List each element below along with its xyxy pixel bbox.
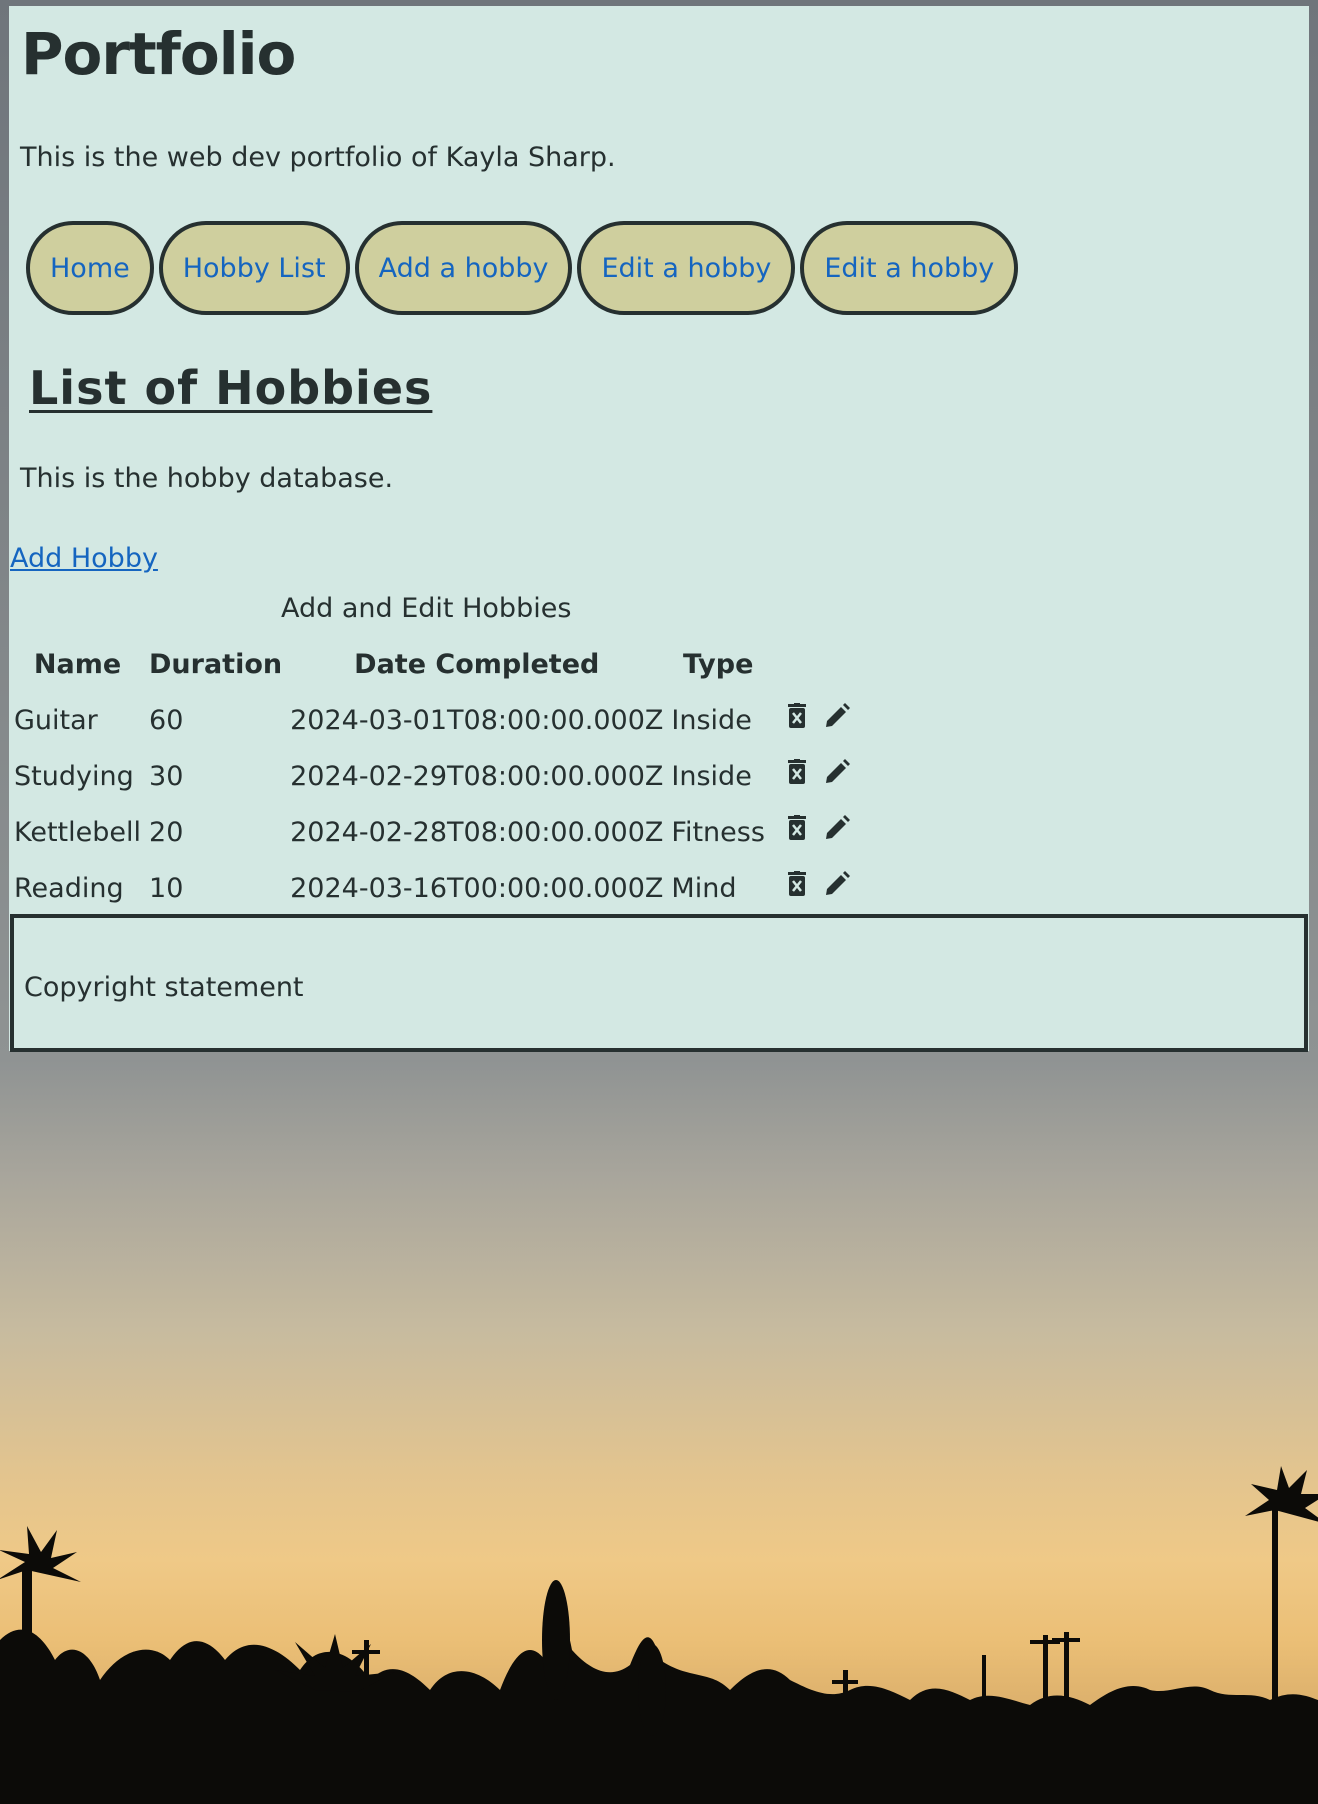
table-caption: Add and Edit Hobbies <box>281 593 572 624</box>
cell-duration: 30 <box>149 760 184 792</box>
cell-type: Fitness <box>671 816 765 848</box>
copyright-text: Copyright statement <box>24 972 304 1003</box>
hobbies-table: Name Duration Date Completed Type Guitar… <box>10 636 877 916</box>
nav-home-button[interactable]: Home <box>26 221 154 315</box>
cell-type: Inside <box>671 704 752 736</box>
intro-text: This is the web dev portfolio of Kayla S… <box>20 142 616 173</box>
cell-date: 2024-02-28T08:00:00.000Z <box>290 816 664 848</box>
cell-duration: 60 <box>149 704 184 736</box>
nav-edit-hobby-button[interactable]: Edit a hobby <box>577 221 796 315</box>
nav-hobby-list-button[interactable]: Hobby List <box>158 221 350 315</box>
cell-date: 2024-03-16T00:00:00.000Z <box>290 872 664 904</box>
table-row: Kettlebell 20 2024-02-28T08:00:00.000Z F… <box>10 804 877 860</box>
column-header-duration: Duration <box>149 648 283 680</box>
cell-actions <box>769 748 877 804</box>
section-title: List of Hobbies <box>29 361 433 415</box>
table-header-row: Name Duration Date Completed Type <box>10 636 877 692</box>
column-header-type: Type <box>682 648 754 680</box>
section-description: This is the hobby database. <box>20 463 394 494</box>
cell-type: Inside <box>671 760 752 792</box>
page-content-panel: Portfolio This is the web dev portfolio … <box>9 6 1309 1051</box>
table-row: Guitar 60 2024-03-01T08:00:00.000Z Insid… <box>10 692 877 748</box>
table-row: Reading 10 2024-03-16T00:00:00.000Z Mind <box>10 860 877 916</box>
cell-name: Studying <box>14 760 134 792</box>
nav-add-hobby-button[interactable]: Add a hobby <box>354 221 573 315</box>
pencil-icon[interactable] <box>823 814 851 842</box>
trash-icon[interactable] <box>783 702 811 730</box>
cell-type: Mind <box>671 872 737 904</box>
cell-name: Guitar <box>14 704 98 736</box>
column-header-name: Name <box>33 648 122 680</box>
trash-icon[interactable] <box>783 758 811 786</box>
pencil-icon[interactable] <box>823 870 851 898</box>
table-row: Studying 30 2024-02-29T08:00:00.000Z Ins… <box>10 748 877 804</box>
cell-actions <box>769 804 877 860</box>
site-title: Portfolio <box>21 20 296 88</box>
cell-name: Reading <box>14 872 124 904</box>
cell-date: 2024-02-29T08:00:00.000Z <box>290 760 664 792</box>
trash-icon[interactable] <box>783 870 811 898</box>
main-nav: Home Hobby List Add a hobby Edit a hobby… <box>26 221 1019 315</box>
pencil-icon[interactable] <box>823 758 851 786</box>
add-hobby-link[interactable]: Add Hobby <box>10 543 158 574</box>
cell-date: 2024-03-01T08:00:00.000Z <box>290 704 664 736</box>
column-header-date-completed: Date Completed <box>354 648 600 680</box>
column-header-actions <box>769 636 877 692</box>
cell-actions <box>769 860 877 916</box>
footer: Copyright statement <box>10 914 1308 1052</box>
cell-duration: 10 <box>149 872 184 904</box>
nav-edit-hobby-button-2[interactable]: Edit a hobby <box>800 221 1019 315</box>
cell-actions <box>769 692 877 748</box>
pencil-icon[interactable] <box>823 702 851 730</box>
trash-icon[interactable] <box>783 814 811 842</box>
cell-name: Kettlebell <box>14 816 142 848</box>
cell-duration: 20 <box>149 816 184 848</box>
